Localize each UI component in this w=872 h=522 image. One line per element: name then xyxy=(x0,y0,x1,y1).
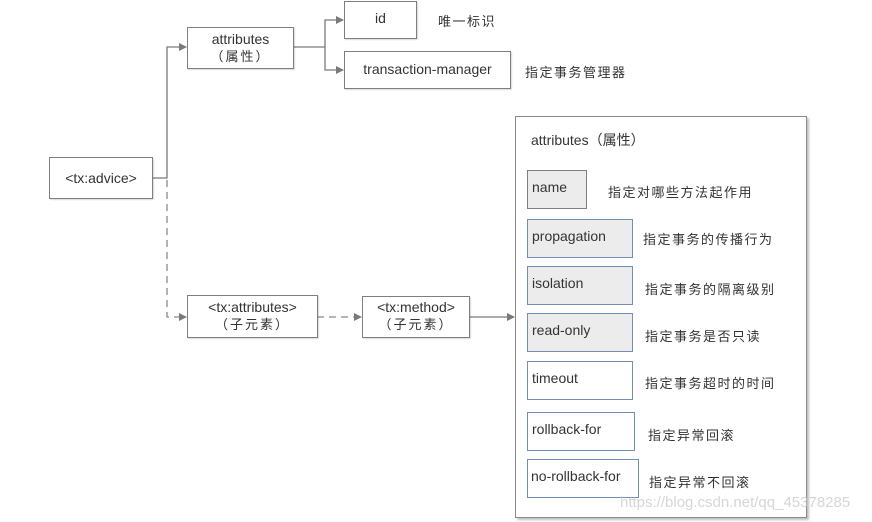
transaction-manager-description: 指定事务管理器 xyxy=(525,66,627,81)
attr-name-description: 指定对哪些方法起作用 xyxy=(608,186,754,201)
attr-isolation-label: isolation xyxy=(532,275,584,291)
id-node: id xyxy=(344,1,417,39)
line-branch-to-transaction-manager xyxy=(324,47,344,74)
attr-rollback-for-label: rollback-for xyxy=(532,421,602,437)
line-advice-to-tx-attributes xyxy=(166,180,187,321)
id-description: 唯一标识 xyxy=(438,15,497,30)
line-advice-to-attributes xyxy=(152,43,187,179)
tx-advice-node: <tx:advice> xyxy=(49,157,153,199)
attr-timeout-label: timeout xyxy=(532,370,578,386)
attr-no-rollback-for-label: no-rollback-for xyxy=(531,468,621,484)
attr-isolation-description: 指定事务的隔离级别 xyxy=(645,283,776,298)
id-node-label: id xyxy=(375,10,386,26)
tx-attributes-sublabel: （子元素） xyxy=(214,317,290,332)
attr-propagation: propagation xyxy=(527,219,633,258)
attributes-node-sublabel: （属性） xyxy=(210,49,271,64)
attributes-node-label: attributes xyxy=(211,31,270,47)
attr-read-only: read-only xyxy=(527,313,633,352)
attr-read-only-label: read-only xyxy=(532,322,591,338)
tx-method-sublabel: （子元素） xyxy=(378,317,454,332)
attributes-node: attributes （属性） xyxy=(187,27,294,69)
transaction-manager-label: transaction-manager xyxy=(363,61,492,77)
attr-no-rollback-for: no-rollback-for xyxy=(527,459,639,498)
attr-isolation: isolation xyxy=(527,266,633,305)
attr-propagation-label: propagation xyxy=(532,228,606,244)
attr-name-label: name xyxy=(532,179,568,195)
attr-read-only-description: 指定事务是否只读 xyxy=(645,330,762,345)
tx-attributes-label: <tx:attributes> xyxy=(208,299,297,315)
attr-timeout: timeout xyxy=(527,361,633,400)
line-branch-to-id xyxy=(324,16,344,47)
attr-name: name xyxy=(527,170,587,209)
tx-attributes-node: <tx:attributes> （子元素） xyxy=(187,295,318,338)
tx-method-node: <tx:method> （子元素） xyxy=(362,296,470,338)
attr-rollback-for: rollback-for xyxy=(527,412,635,451)
attr-rollback-for-description: 指定异常回滚 xyxy=(648,429,736,444)
tx-advice-label: <tx:advice> xyxy=(65,170,137,186)
attr-timeout-description: 指定事务超时的时间 xyxy=(645,377,776,392)
transaction-manager-node: transaction-manager xyxy=(344,51,511,89)
attr-propagation-description: 指定事务的传播行为 xyxy=(643,233,774,248)
watermark: https://blog.csdn.net/qq_45378285 xyxy=(620,494,851,511)
method-attributes-title: attributes（属性） xyxy=(531,132,645,148)
tx-method-label: <tx:method> xyxy=(377,299,455,315)
attr-no-rollback-for-description: 指定异常不回滚 xyxy=(649,476,751,491)
